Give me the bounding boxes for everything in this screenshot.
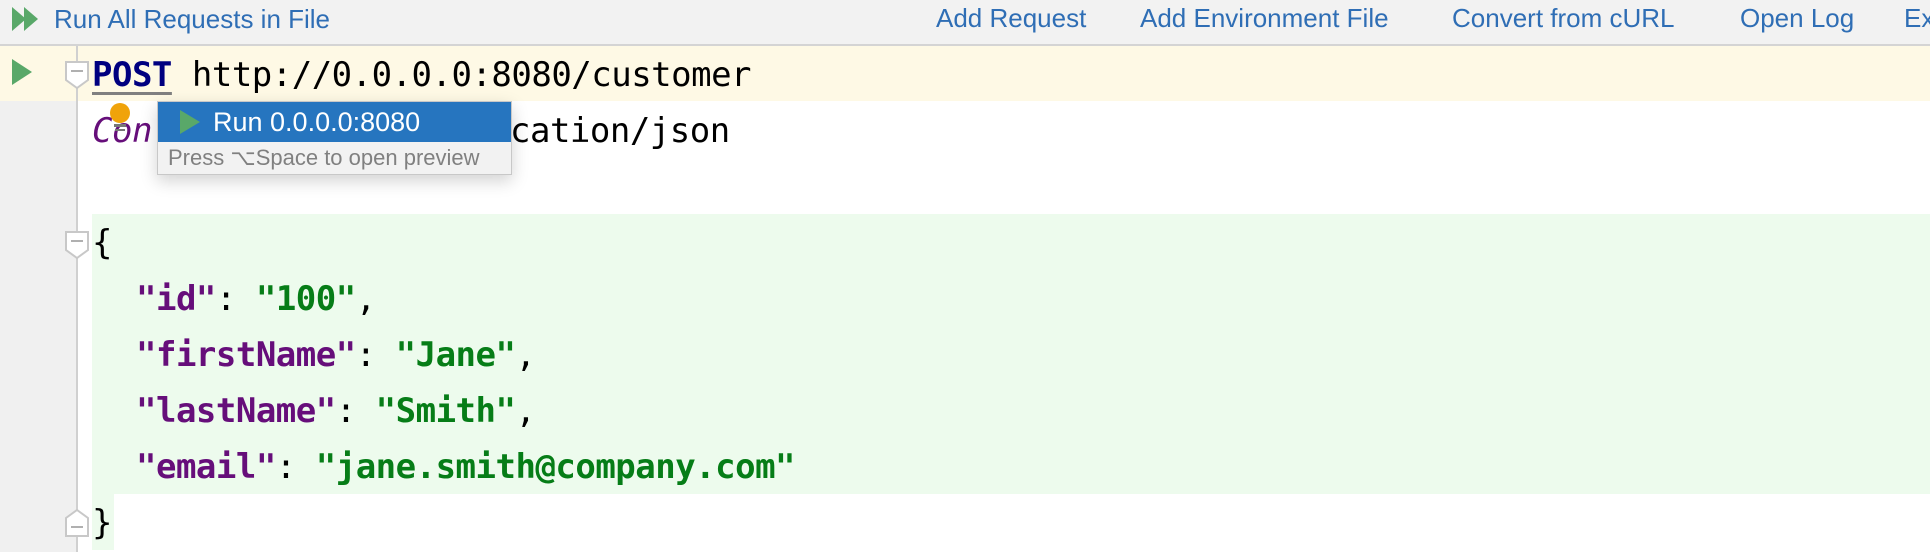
run-host-menu-item[interactable]: Run 0.0.0.0:8080 — [158, 102, 511, 142]
lightbulb-base — [115, 129, 125, 131]
json-comma: , — [515, 391, 536, 431]
fold-minus-icon[interactable] — [64, 508, 90, 538]
convert-from-curl-link[interactable]: Convert from cURL — [1452, 0, 1675, 44]
fold-minus-icon[interactable] — [64, 60, 90, 90]
json-key: "firstName" — [136, 335, 356, 375]
json-key: "id" — [136, 279, 216, 319]
add-request-link[interactable]: Add Request — [936, 0, 1086, 44]
play-icon — [180, 110, 200, 134]
request-line[interactable]: POST http://0.0.0.0:8080/customer — [92, 47, 752, 103]
header-value: cation/json — [510, 111, 730, 151]
json-comma: , — [355, 279, 376, 319]
json-key: "lastName" — [136, 391, 336, 431]
json-value: "100" — [255, 279, 356, 319]
json-close-brace: } — [92, 503, 112, 543]
run-host-label: Run 0.0.0.0:8080 — [213, 107, 421, 137]
http-method[interactable]: POST — [92, 55, 172, 95]
request-url[interactable]: http://0.0.0.0:8080/customer — [192, 55, 752, 95]
open-log-link[interactable]: Open Log — [1740, 0, 1854, 44]
json-open-brace: { — [92, 223, 112, 263]
lightbulb-icon[interactable] — [110, 103, 130, 123]
editor-gutter — [0, 46, 78, 552]
add-environment-file-link[interactable]: Add Environment File — [1140, 0, 1389, 44]
json-field-row: "firstName": "Jane", — [136, 335, 536, 375]
run-all-requests-label: Run All Requests in File — [54, 4, 331, 34]
json-key: "email" — [136, 447, 276, 487]
json-value: "jane.smith@company.com" — [315, 447, 796, 487]
double-play-icon — [12, 7, 38, 31]
popup-hint: Press ⌥Space to open preview — [168, 145, 480, 170]
json-value: "Jane" — [395, 335, 516, 375]
run-popup: Run 0.0.0.0:8080 Press ⌥Space to open pr… — [157, 101, 512, 175]
play-icon[interactable] — [12, 59, 32, 85]
examples-link-truncated[interactable]: Ex — [1904, 0, 1930, 44]
lightbulb-base — [114, 124, 126, 127]
run-all-requests-button[interactable]: Run All Requests in File — [10, 0, 330, 44]
json-field-row: "email": "jane.smith@company.com" — [136, 447, 796, 487]
json-comma: , — [515, 335, 536, 375]
fold-minus-icon[interactable] — [64, 230, 90, 260]
json-value: "Smith" — [375, 391, 516, 431]
fold-guide-line — [76, 46, 78, 552]
json-field-row: "lastName": "Smith", — [136, 391, 536, 431]
json-field-row: "id": "100", — [136, 279, 376, 319]
toolbar: Run All Requests in File Add Request Add… — [0, 0, 1930, 46]
